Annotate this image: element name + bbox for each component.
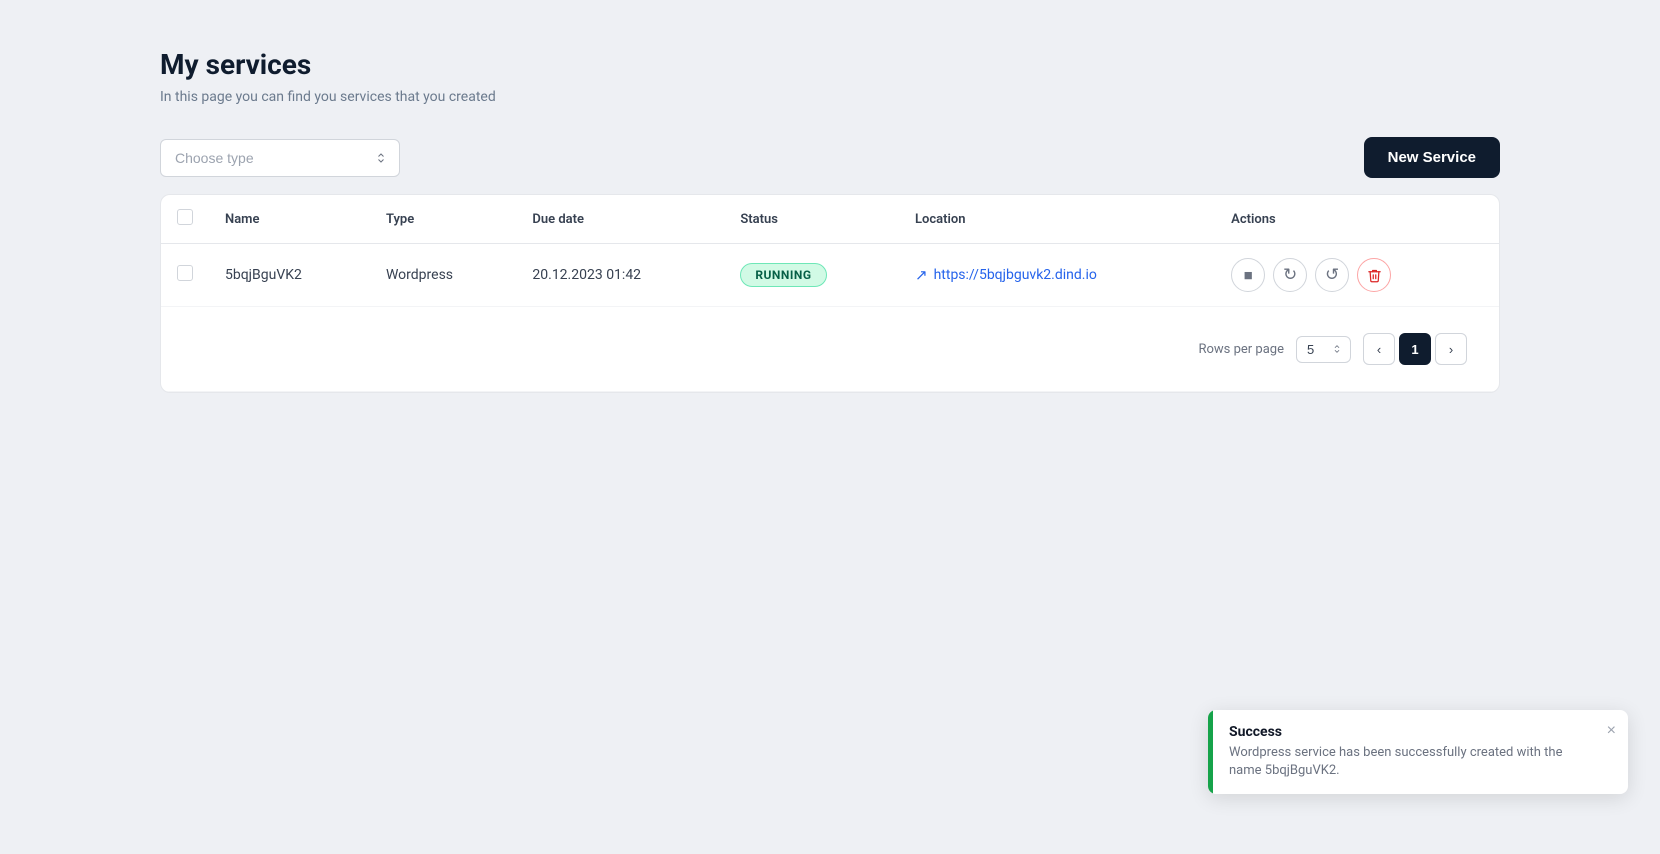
pagination-controls: Rows per page 5 10 25 ‹ xyxy=(177,321,1483,377)
page-subtitle: In this page you can find you services t… xyxy=(160,89,1500,105)
restart-icon: ↺ xyxy=(1325,265,1339,285)
col-type: Type xyxy=(370,195,516,244)
col-name: Name xyxy=(209,195,370,244)
row-type: Wordpress xyxy=(370,244,516,307)
page-nav: ‹ 1 › xyxy=(1363,333,1467,365)
next-page-button[interactable]: › xyxy=(1435,333,1467,365)
table-header-row: Name Type Due date Status Location Actio… xyxy=(161,195,1499,244)
select-all-header xyxy=(161,195,209,244)
type-filter-select[interactable]: Choose type Wordpress xyxy=(160,139,400,177)
rows-per-page-select[interactable]: 5 10 25 xyxy=(1296,336,1351,363)
row-due-date: 20.12.2023 01:42 xyxy=(516,244,724,307)
table-row: 5bqjBguVK2 Wordpress 20.12.2023 01:42 RU… xyxy=(161,244,1499,307)
pagination-row: Rows per page 5 10 25 ‹ xyxy=(161,307,1499,392)
external-link-icon: ↗ xyxy=(915,266,928,284)
location-link[interactable]: ↗ https://5bqjbguvk2.dind.io xyxy=(915,266,1199,284)
page-title: My services xyxy=(160,48,1500,81)
services-table-container: Name Type Due date Status Location Actio… xyxy=(160,194,1500,393)
toast-body: Success Wordpress service has been succe… xyxy=(1213,710,1595,794)
actions-cell: ■ ↻ ↺ xyxy=(1231,258,1483,292)
refresh-button[interactable]: ↻ xyxy=(1273,258,1307,292)
status-badge: RUNNING xyxy=(740,263,826,287)
rows-per-page-label: Rows per page xyxy=(1198,342,1284,357)
toast-title: Success xyxy=(1229,724,1579,740)
col-location: Location xyxy=(899,195,1215,244)
delete-button[interactable] xyxy=(1357,258,1391,292)
toolbar: Choose type Wordpress New Service xyxy=(160,137,1500,178)
stop-button[interactable]: ■ xyxy=(1231,258,1265,292)
col-actions: Actions xyxy=(1215,195,1499,244)
location-url-text: https://5bqjbguvk2.dind.io xyxy=(934,267,1097,283)
main-content: My services In this page you can find yo… xyxy=(0,0,1660,441)
row-status: RUNNING xyxy=(724,244,899,307)
row-name: 5bqjBguVK2 xyxy=(209,244,370,307)
row-actions: ■ ↻ ↺ xyxy=(1215,244,1499,307)
services-table: Name Type Due date Status Location Actio… xyxy=(161,195,1499,392)
close-icon: × xyxy=(1607,722,1616,739)
toast-message: Wordpress service has been successfully … xyxy=(1229,744,1579,780)
pagination-cell: Rows per page 5 10 25 ‹ xyxy=(161,307,1499,392)
prev-icon: ‹ xyxy=(1377,342,1381,357)
current-page-button[interactable]: 1 xyxy=(1399,333,1431,365)
col-due-date: Due date xyxy=(516,195,724,244)
delete-icon xyxy=(1367,268,1382,283)
toast-notification: Success Wordpress service has been succe… xyxy=(1208,710,1628,794)
select-all-checkbox[interactable] xyxy=(177,209,193,225)
row-checkbox[interactable] xyxy=(177,265,193,281)
stop-icon: ■ xyxy=(1244,267,1253,284)
current-page-label: 1 xyxy=(1411,342,1418,357)
col-status: Status xyxy=(724,195,899,244)
next-icon: › xyxy=(1449,342,1453,357)
refresh-icon: ↻ xyxy=(1283,265,1297,285)
restart-button[interactable]: ↺ xyxy=(1315,258,1349,292)
toast-close-button[interactable]: × xyxy=(1595,710,1628,752)
new-service-button[interactable]: New Service xyxy=(1364,137,1500,178)
row-location: ↗ https://5bqjbguvk2.dind.io xyxy=(899,244,1215,307)
prev-page-button[interactable]: ‹ xyxy=(1363,333,1395,365)
row-checkbox-cell xyxy=(161,244,209,307)
